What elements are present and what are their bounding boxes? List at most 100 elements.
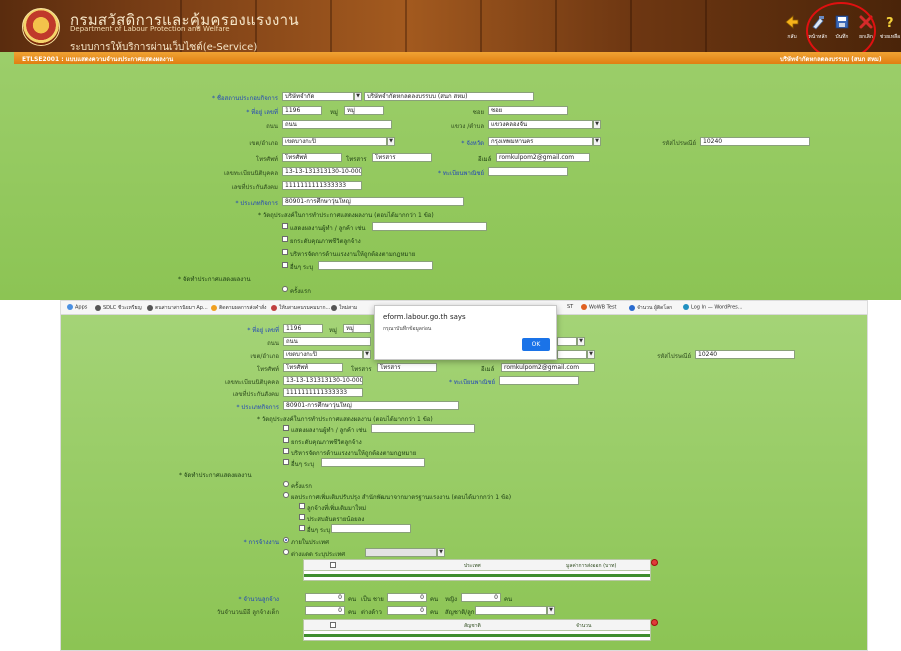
bookmark-item[interactable]: SDLC ชีวะเหรียญ xyxy=(95,304,142,312)
count-male-label: เป็น ชาย xyxy=(361,596,384,603)
update-other-field[interactable] xyxy=(331,524,411,533)
count-female-field[interactable]: 0 xyxy=(461,593,501,602)
email-field[interactable]: romkulpom2@gmail.com xyxy=(501,363,595,372)
objective-checkbox[interactable] xyxy=(282,262,288,268)
employ-abroad-radio[interactable] xyxy=(283,549,289,555)
bottom-screenshot: Apps SDLC ชีวะเหรียญ ตนสานาสารนิยมฯ Ap..… xyxy=(60,300,868,651)
district-label: เขต/อำเภอ xyxy=(250,353,279,360)
bookmark-item[interactable]: ตนสานาสารนิยมฯ Ap... xyxy=(147,304,208,312)
bookmark-item[interactable]: ติดตามผลการส่งคำสั่ง xyxy=(211,304,267,312)
department-logo-icon xyxy=(22,8,60,46)
ss-no-field[interactable]: 1111111111333333 xyxy=(283,388,363,397)
moo-field[interactable]: หมู่ xyxy=(344,106,384,115)
chevron-down-icon[interactable]: ▼ xyxy=(593,137,601,146)
employ-domestic-radio[interactable] xyxy=(283,537,289,543)
license-field[interactable] xyxy=(488,167,568,176)
ss-no-label: เลขที่ประกันสังคม xyxy=(231,184,278,191)
license-field[interactable] xyxy=(499,376,579,385)
announce-update-radio[interactable] xyxy=(283,492,289,498)
nationality-table: สัญชาติ จำนวน xyxy=(303,619,651,641)
district-select[interactable]: เขตบางกะปิ xyxy=(283,350,363,359)
announce-first-radio[interactable] xyxy=(282,286,288,292)
province-select[interactable] xyxy=(557,350,587,359)
ss-no-label: เลขที่ประกันสังคม xyxy=(232,391,279,398)
objective-checkbox[interactable] xyxy=(282,249,288,255)
announce-update-label: ผลประกาศเพิ่มเติมปรับปรุง สำนักพัฒนาจากม… xyxy=(291,494,512,501)
subdistrict-select[interactable]: แขวงคลองจั่น xyxy=(488,120,593,129)
chevron-down-icon[interactable]: ▼ xyxy=(363,350,371,359)
country-select[interactable] xyxy=(365,548,437,557)
road-field[interactable]: ถนน xyxy=(283,337,371,346)
select-all-checkbox[interactable] xyxy=(330,562,336,568)
postcode-field[interactable]: 10240 xyxy=(695,350,795,359)
foreign-count-field[interactable]: 0 xyxy=(387,606,427,615)
objective-example-field[interactable] xyxy=(372,222,487,231)
help-button[interactable]: ? ช่วยเหลือ xyxy=(878,14,901,41)
district-select[interactable]: เขตบางกะปิ xyxy=(282,137,387,146)
back-button[interactable]: กลับ xyxy=(780,14,804,41)
objective-example-field[interactable] xyxy=(371,424,475,433)
chevron-down-icon[interactable]: ▼ xyxy=(587,350,595,359)
objective-checkbox[interactable] xyxy=(283,448,289,454)
objective-other-field[interactable] xyxy=(318,261,433,270)
delete-icon[interactable] xyxy=(651,559,658,566)
email-field[interactable]: romkulpom2@gmail.com xyxy=(496,153,590,162)
road-field[interactable]: ถนน xyxy=(282,120,392,129)
objective-checkbox[interactable] xyxy=(283,425,289,431)
objective-checkbox[interactable] xyxy=(283,459,289,465)
chevron-down-icon[interactable]: ▼ xyxy=(593,120,601,129)
bookmark-item[interactable]: ST xyxy=(567,304,573,310)
count-total-field[interactable]: 0 xyxy=(305,593,345,602)
bookmark-item[interactable]: ใหม่สาม xyxy=(331,304,357,312)
objective-other-field[interactable] xyxy=(321,458,425,467)
bookmark-item[interactable]: WoWB Test xyxy=(581,304,617,311)
update-checkbox[interactable] xyxy=(299,514,305,520)
corp-reg-field[interactable]: 13-13-131313130-10-0001 xyxy=(283,376,363,385)
province-label: * จังหวัด xyxy=(461,140,484,147)
update-option: ลูกจ้างที่เพิ่มเติมมาใหม่ xyxy=(307,505,367,512)
update-checkbox[interactable] xyxy=(299,503,305,509)
chevron-down-icon[interactable]: ▼ xyxy=(547,606,555,615)
objective-checkbox[interactable] xyxy=(282,223,288,229)
business-type-label: * ประเภทกิจการ xyxy=(236,404,280,411)
announce-label: * จัดทำประกาศแสดงผลงาน xyxy=(179,472,252,479)
phone-field[interactable]: โทรศัพท์ xyxy=(283,363,343,372)
bookmark-item[interactable]: ให้บสามคนรมคมมาก... xyxy=(271,304,330,312)
child-count-field[interactable]: 0 xyxy=(305,606,345,615)
phone-field[interactable]: โทรศัพท์ xyxy=(282,153,342,162)
ok-button[interactable]: OK xyxy=(522,338,550,351)
soi-field[interactable]: ซอย xyxy=(488,106,568,115)
bookmark-item[interactable]: Apps xyxy=(67,304,87,311)
count-male-field[interactable]: 0 xyxy=(387,593,427,602)
chevron-down-icon[interactable]: ▼ xyxy=(437,548,445,557)
delete-icon[interactable] xyxy=(651,619,658,626)
subdistrict-label: แขวง /ตำบล xyxy=(451,123,484,130)
company-type-select[interactable]: บริษัทจำกัด xyxy=(282,92,354,101)
house-no-field[interactable]: 1196 xyxy=(282,106,322,115)
license-label: * ทะเบียนพาณิชย์ xyxy=(448,379,495,386)
business-type-field[interactable]: 80901-การศึกษาวุ่นใหญ่ xyxy=(283,401,459,410)
fax-field[interactable]: โทรสาร xyxy=(372,153,432,162)
chevron-down-icon[interactable]: ▼ xyxy=(354,92,362,101)
subdistrict-select[interactable] xyxy=(557,337,577,346)
company-name-field[interactable]: บริษัทจำกัดหกลดลงบรรบบ (สนก สหม) xyxy=(364,92,534,101)
announce-first-radio[interactable] xyxy=(283,481,289,487)
bookmark-item[interactable]: Log In — WordPres... xyxy=(683,304,743,311)
ss-no-field[interactable]: 1111111111333333 xyxy=(282,181,362,190)
table-row xyxy=(304,574,650,577)
moo-field[interactable]: หมู่ xyxy=(343,324,371,333)
update-checkbox[interactable] xyxy=(299,525,305,531)
business-type-field[interactable]: 80901-การศึกษาวุ่นใหญ่ xyxy=(282,197,464,206)
province-select[interactable]: กรุงเทพมหานคร xyxy=(488,137,593,146)
house-no-field[interactable]: 1196 xyxy=(283,324,323,333)
corp-reg-field[interactable]: 13-13-131313130-10-0001 xyxy=(282,167,362,176)
select-all-checkbox[interactable] xyxy=(330,622,336,628)
objective-checkbox[interactable] xyxy=(283,437,289,443)
nationality-select[interactable] xyxy=(475,606,547,615)
bookmark-item[interactable]: จำนวน ผู้ติดโลก xyxy=(629,304,672,312)
objective-checkbox[interactable] xyxy=(282,236,288,242)
chevron-down-icon[interactable]: ▼ xyxy=(387,137,395,146)
chevron-down-icon[interactable]: ▼ xyxy=(577,337,585,346)
fax-field[interactable]: โทรสาร xyxy=(377,363,437,372)
postcode-field[interactable]: 10240 xyxy=(700,137,810,146)
